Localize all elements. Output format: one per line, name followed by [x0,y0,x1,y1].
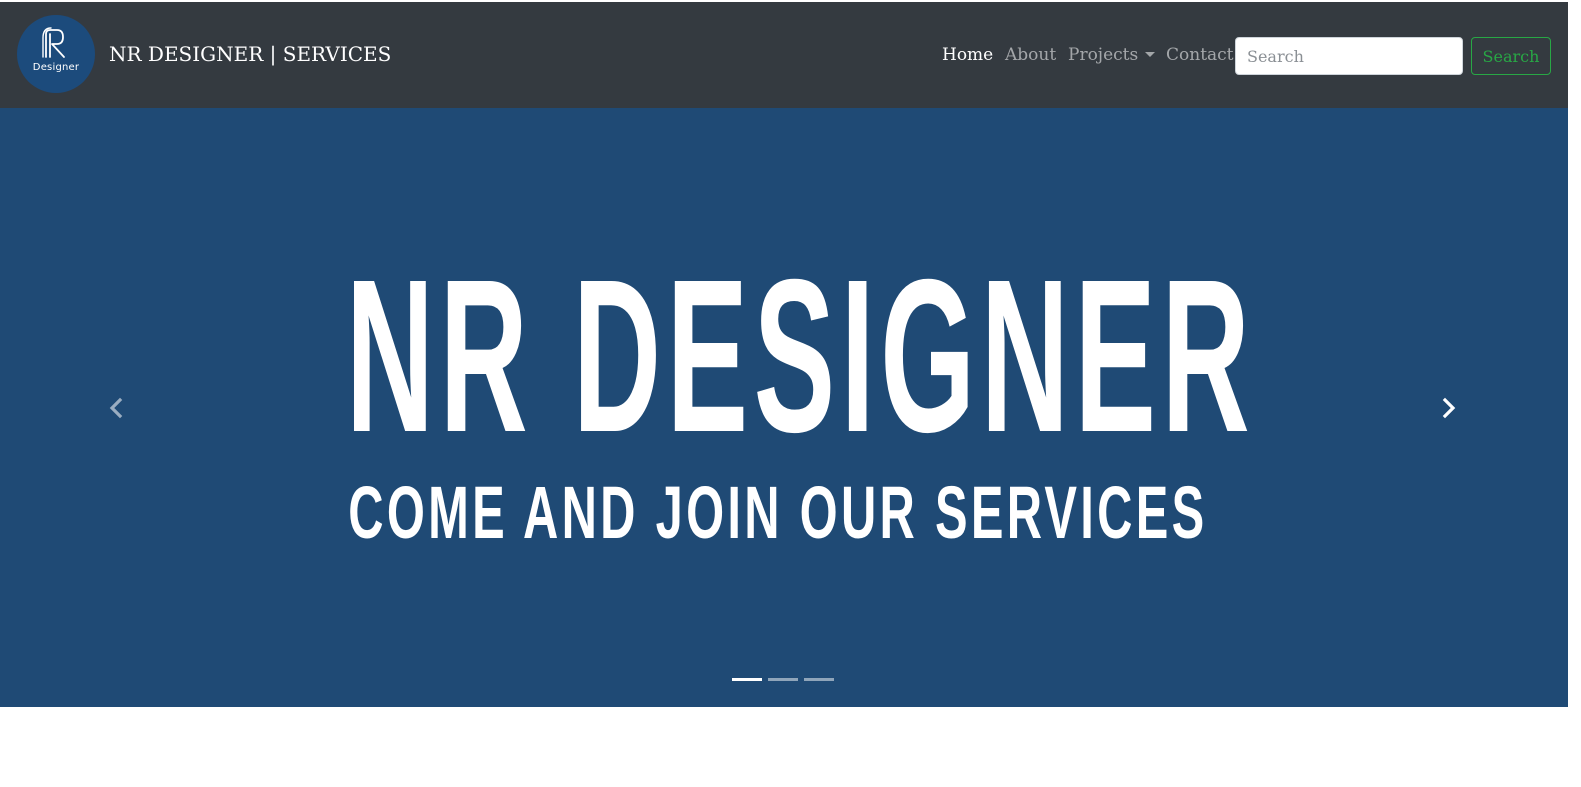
logo-text: Designer [32,62,80,73]
nav-link-contact[interactable]: Contact [1166,45,1234,65]
nav-dropdown-projects[interactable]: Projects [1068,45,1156,65]
nr-monogram-icon [42,27,65,58]
top-navbar: Designer NR DESIGNER | SERVICES Home Abo… [0,2,1568,108]
nav-link-about[interactable]: About [1005,45,1056,65]
chevron-right-icon [1442,397,1456,419]
carousel-next-button[interactable] [1434,393,1464,423]
hero-title: NR DESIGNER [345,235,1256,478]
nav-link-projects-label: Projects [1068,45,1139,65]
brand-logo[interactable]: Designer [17,15,95,93]
search-input[interactable] [1235,37,1463,75]
caret-down-icon [1145,52,1156,57]
page-right-margin [1568,0,1581,787]
hero-subtitle: COME AND JOIN OUR SERVICES [348,471,1208,554]
carousel-prev-button[interactable] [101,393,131,423]
chevron-left-icon [109,397,123,419]
search-button[interactable]: Search [1471,37,1551,75]
carousel-indicator-2[interactable] [768,678,798,681]
hero-carousel: NR DESIGNER COME AND JOIN OUR SERVICES [0,108,1568,707]
nav-link-home[interactable]: Home [942,45,993,65]
carousel-indicator-3[interactable] [804,678,834,681]
carousel-indicator-1[interactable] [732,678,762,681]
brand-title[interactable]: NR DESIGNER | SERVICES [109,42,391,66]
